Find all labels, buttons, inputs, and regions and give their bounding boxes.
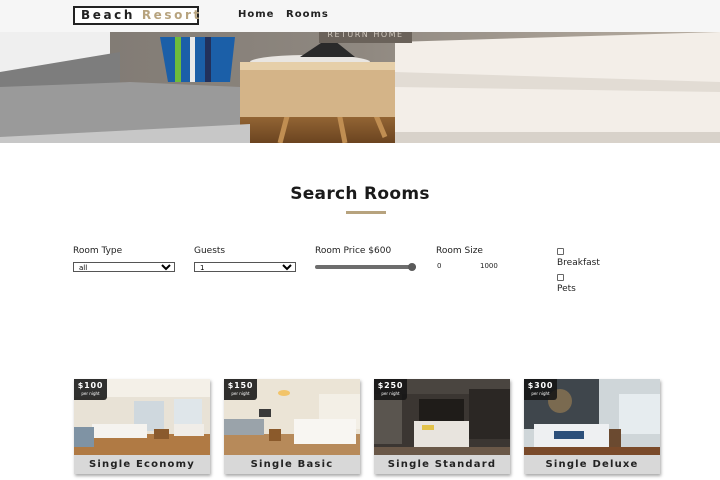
price-amount: $100 bbox=[77, 381, 104, 390]
size-max-input[interactable]: 1000 bbox=[480, 262, 498, 272]
room-card-single-standard[interactable]: $250 per night Single Standard bbox=[374, 379, 510, 474]
logo-text-resort: Resort bbox=[141, 8, 202, 22]
price-per-night: per night bbox=[231, 391, 250, 396]
breakfast-checkbox[interactable] bbox=[557, 248, 564, 255]
room-size-label: Room Size bbox=[436, 246, 483, 256]
room-type-label: Room Type bbox=[73, 246, 123, 256]
size-min-input[interactable]: 0 bbox=[437, 262, 441, 272]
return-home-button[interactable]: RETURN HOME bbox=[319, 32, 412, 43]
site-logo[interactable]: Beach Resort bbox=[73, 6, 199, 25]
room-name: Single Basic bbox=[224, 455, 360, 474]
room-type-select[interactable]: all bbox=[73, 262, 175, 272]
price-badge: $100 per night bbox=[74, 379, 107, 400]
hero-bedroom-image bbox=[0, 32, 720, 143]
price-slider-track bbox=[315, 265, 416, 269]
logo-text-beach: Beach bbox=[81, 8, 142, 22]
room-name: Single Economy bbox=[74, 455, 210, 474]
pets-checkbox[interactable] bbox=[557, 274, 564, 281]
room-name: Single Deluxe bbox=[524, 455, 660, 474]
room-card-single-deluxe[interactable]: $300 per night Single Deluxe bbox=[524, 379, 660, 474]
room-card-single-basic[interactable]: $150 per night Single Basic bbox=[224, 379, 360, 474]
price-badge: $250 per night bbox=[374, 379, 407, 400]
price-amount: $150 bbox=[227, 381, 254, 390]
price-per-night: per night bbox=[381, 391, 400, 396]
navbar: Beach Resort Home Rooms bbox=[0, 0, 720, 32]
price-amount: $300 bbox=[527, 381, 554, 390]
price-slider-thumb[interactable] bbox=[408, 263, 416, 271]
page-title: Search Rooms bbox=[290, 184, 430, 204]
room-price-label: Room Price $600 bbox=[315, 246, 392, 256]
room-name: Single Standard bbox=[374, 455, 510, 474]
guests-select[interactable]: 1 bbox=[194, 262, 296, 272]
price-slider[interactable] bbox=[315, 263, 416, 271]
price-badge: $150 per night bbox=[224, 379, 257, 400]
price-per-night: per night bbox=[531, 391, 550, 396]
price-amount: $250 bbox=[377, 381, 404, 390]
title-underline bbox=[346, 211, 386, 214]
guests-label: Guests bbox=[194, 246, 226, 256]
room-card-single-economy[interactable]: $100 per night Single Economy bbox=[74, 379, 210, 474]
price-badge: $300 per night bbox=[524, 379, 557, 400]
pets-label: Pets bbox=[557, 284, 576, 294]
price-per-night: per night bbox=[81, 391, 100, 396]
nav-link-home[interactable]: Home bbox=[238, 9, 274, 20]
nav-link-rooms[interactable]: Rooms bbox=[286, 9, 329, 20]
hero-banner: RETURN HOME bbox=[0, 32, 720, 143]
breakfast-label: Breakfast bbox=[557, 258, 600, 268]
